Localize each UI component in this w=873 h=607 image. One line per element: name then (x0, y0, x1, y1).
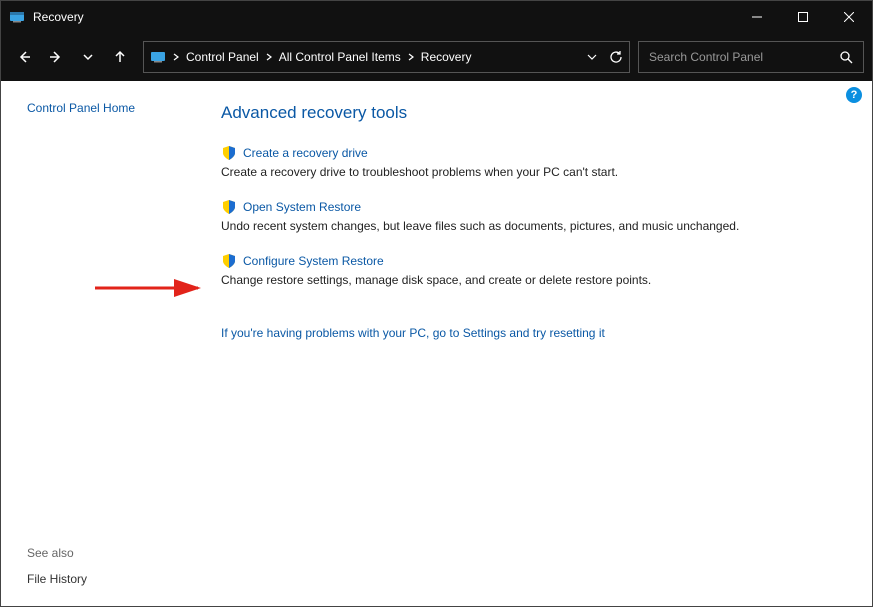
recovery-app-icon (9, 9, 25, 25)
shield-icon (221, 199, 237, 215)
address-dropdown-button[interactable] (587, 52, 597, 62)
up-button[interactable] (105, 42, 135, 72)
content-area: ? Control Panel Home See also File Histo… (1, 81, 872, 606)
search-placeholder: Search Control Panel (649, 50, 839, 64)
breadcrumb-all-items[interactable]: All Control Panel Items (279, 50, 401, 64)
tool-open-system-restore: Open System Restore Undo recent system c… (221, 199, 852, 235)
breadcrumb-control-panel[interactable]: Control Panel (186, 50, 259, 64)
file-history-link[interactable]: File History (27, 572, 201, 586)
control-panel-icon (150, 49, 166, 65)
chevron-right-icon (265, 53, 273, 61)
create-recovery-drive-link[interactable]: Create a recovery drive (243, 146, 368, 160)
chevron-right-icon (172, 53, 180, 61)
tool-configure-system-restore: Configure System Restore Change restore … (221, 253, 852, 289)
control-panel-home-link[interactable]: Control Panel Home (27, 101, 201, 115)
minimize-button[interactable] (734, 1, 780, 33)
window-title: Recovery (33, 10, 734, 24)
maximize-button[interactable] (780, 1, 826, 33)
close-button[interactable] (826, 1, 872, 33)
shield-icon (221, 145, 237, 161)
back-button[interactable] (9, 42, 39, 72)
navbar: Control Panel All Control Panel Items Re… (1, 33, 872, 81)
create-recovery-drive-desc: Create a recovery drive to troubleshoot … (221, 164, 852, 181)
address-bar[interactable]: Control Panel All Control Panel Items Re… (143, 41, 630, 73)
titlebar: Recovery (1, 1, 872, 33)
open-system-restore-desc: Undo recent system changes, but leave fi… (221, 218, 852, 235)
search-input[interactable]: Search Control Panel (638, 41, 864, 73)
sidebar: Control Panel Home See also File History (1, 81, 201, 606)
main-panel: Advanced recovery tools Create a recover… (201, 81, 872, 606)
reset-pc-link[interactable]: If you're having problems with your PC, … (221, 326, 605, 340)
forward-button[interactable] (41, 42, 71, 72)
tool-create-recovery-drive: Create a recovery drive Create a recover… (221, 145, 852, 181)
refresh-button[interactable] (609, 50, 623, 64)
chevron-right-icon (407, 53, 415, 61)
shield-icon (221, 253, 237, 269)
recent-locations-button[interactable] (73, 42, 103, 72)
configure-system-restore-link[interactable]: Configure System Restore (243, 254, 384, 268)
open-system-restore-link[interactable]: Open System Restore (243, 200, 361, 214)
breadcrumb-recovery[interactable]: Recovery (421, 50, 472, 64)
configure-system-restore-desc: Change restore settings, manage disk spa… (221, 272, 852, 289)
search-icon (839, 50, 853, 64)
page-heading: Advanced recovery tools (221, 103, 852, 123)
see-also-label: See also (27, 546, 201, 560)
